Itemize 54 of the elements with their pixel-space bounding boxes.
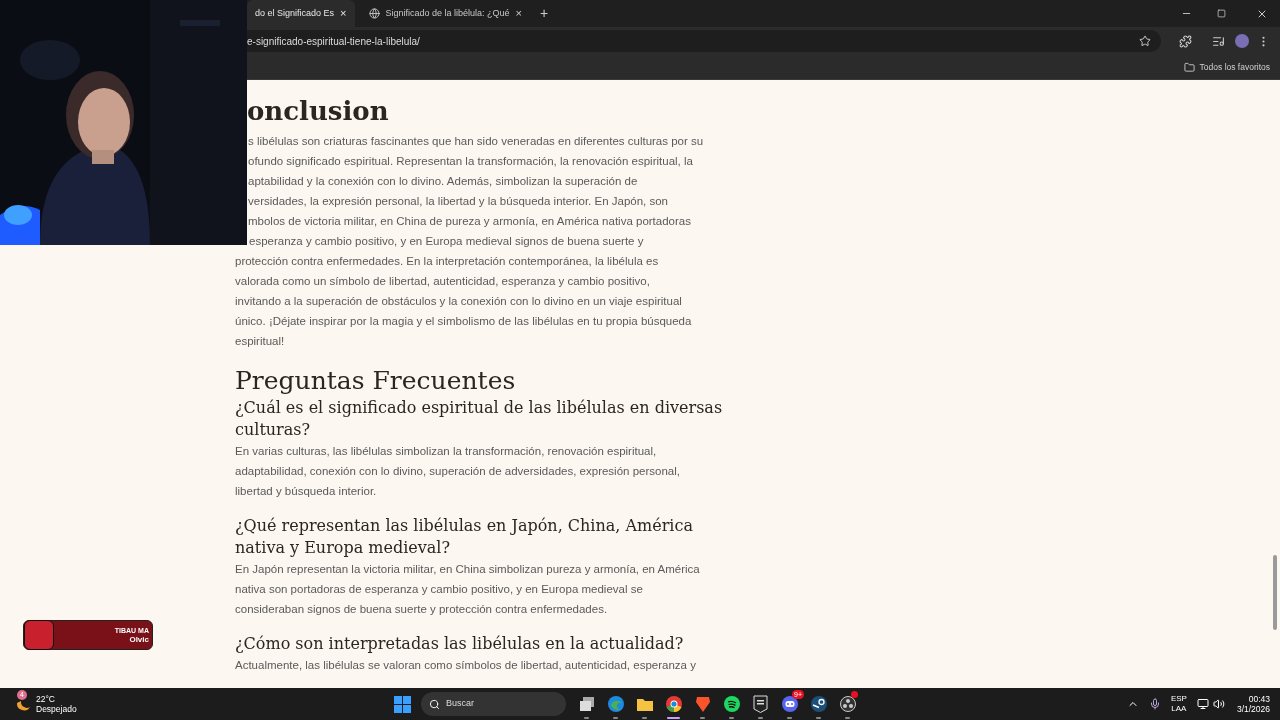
tab-title: do el Significado Es: [255, 6, 335, 20]
browser-tab[interactable]: Significado de la libélula: ¿Qué ×: [360, 0, 530, 27]
taskbar-search-field[interactable]: Buscar: [421, 692, 566, 716]
address-bar[interactable]: e-significado-espiritual-tiene-la-libelula/: [247, 30, 1161, 52]
album-art-icon: [24, 620, 54, 650]
globe-icon: [368, 8, 380, 19]
new-tab-button[interactable]: +: [540, 3, 549, 24]
search-icon: [429, 698, 440, 710]
tab-close-button[interactable]: ×: [515, 5, 522, 22]
network-icon[interactable]: [1196, 698, 1209, 710]
faq-question: ¿Cuál es el significado espiritual de las libélulas en diversas culturas?: [235, 397, 724, 441]
shield-logo-icon: [753, 695, 768, 713]
conclusion-paragraph: protección contra enfermedades. En la interpretación contemporánea, la libélula es valorada como un símbolo de libertad, autenticidad, esperanza y cambio positivo, invitando a la superación de obstáculos y la conexión con lo divino en un viaje espiritual único. ¡Déjate inspirar por la magia y el simbolismo de las libélulas en tu propia búsqueda espiritual!: [235, 254, 693, 349]
extensions-icon[interactable]: [1179, 34, 1192, 48]
windows-logo-icon[interactable]: [394, 695, 411, 713]
track-title: Olvic: [129, 634, 149, 645]
url-text: e-significado-espiritual-tiene-la-libelula/: [247, 34, 421, 49]
record-circle-icon: [838, 695, 857, 713]
paragraph-line: ofundo significado espiritual. Representan la transformación, la renovación espiritual, la: [247, 154, 694, 169]
faq-answer: En varias culturas, las libélulas simbolizan la transformación, renovación espiritual, adaptabilidad, conexión con lo divino, superación de adversidades, expresión personal, libertad y búsqueda interior.: [235, 444, 681, 499]
faq-answer: Actualmente, las libélulas se valoran como símbolos de libertad, autenticidad, esperanza y: [235, 658, 697, 673]
tab-close-button[interactable]: ×: [340, 5, 347, 22]
volume-icon[interactable]: [1212, 698, 1225, 710]
restore-icon[interactable]: [1217, 9, 1226, 18]
game-controller-icon: [780, 695, 799, 713]
microphone-icon[interactable]: [1148, 698, 1161, 710]
paragraph-line: versidades, la expresión personal, la libertad y la búsqueda interior. En Japón, son: [247, 194, 669, 209]
profile-avatar[interactable]: [1235, 34, 1249, 48]
paragraph-line: aptabilidad y la conexión con lo divino. Además, simbolizan la superación de: [247, 174, 639, 189]
tab-title: Significado de la libélula: ¿Qué: [385, 6, 510, 20]
keyboard-layout[interactable]: LAA: [1171, 704, 1187, 714]
folder-icon: [1183, 61, 1195, 73]
section-heading: onclusion: [247, 96, 389, 126]
clock-time[interactable]: 00:43: [1248, 694, 1270, 704]
clock-date[interactable]: 3/1/2026: [1236, 704, 1270, 714]
search-placeholder: Buscar: [446, 697, 474, 711]
section-heading: Preguntas Frecuentes: [235, 365, 517, 397]
folder-icon: [635, 696, 654, 712]
faq-answer: En Japón representan la victoria militar, en China simbolizan pureza y armonía, en América nativa son portadoras de esperanza y cambio positivo, y en Europa medieval se consideraban signos de buena suerte y protección contra enfermedades.: [235, 562, 701, 617]
faq-question: ¿Cómo son interpretadas las libélulas en la actualidad?: [235, 633, 685, 655]
browser-tab[interactable]: do el Significado Es ×: [247, 0, 355, 27]
weather-temperature: 22°C: [36, 694, 56, 704]
faq-question: ¿Qué representan las libélulas en Japón, China, América nativa y Europa medieval?: [235, 515, 694, 559]
media-controls-icon[interactable]: [1212, 34, 1225, 48]
bookmarks-folder[interactable]: Todos los favoritos: [1199, 60, 1270, 74]
sound-wave-circle-icon: [722, 695, 741, 713]
bookmark-star-icon[interactable]: [1139, 35, 1151, 47]
language-code[interactable]: ESP: [1170, 694, 1187, 704]
paragraph-line: esperanza y cambio positivo, y en Europa medieval signos de buena suerte y: [248, 234, 645, 249]
weather-condition: Despejado: [36, 704, 77, 714]
circle-logo-icon: [664, 695, 683, 713]
scrollbar-thumb[interactable]: [1273, 555, 1277, 630]
paragraph-line: mbolos de victoria militar, en China de pureza y armonía, en América nativa portadoras: [247, 214, 692, 229]
paragraph-line: s libélulas son criaturas fascinantes que han sido veneradas en diferentes culturas por su: [247, 134, 705, 149]
